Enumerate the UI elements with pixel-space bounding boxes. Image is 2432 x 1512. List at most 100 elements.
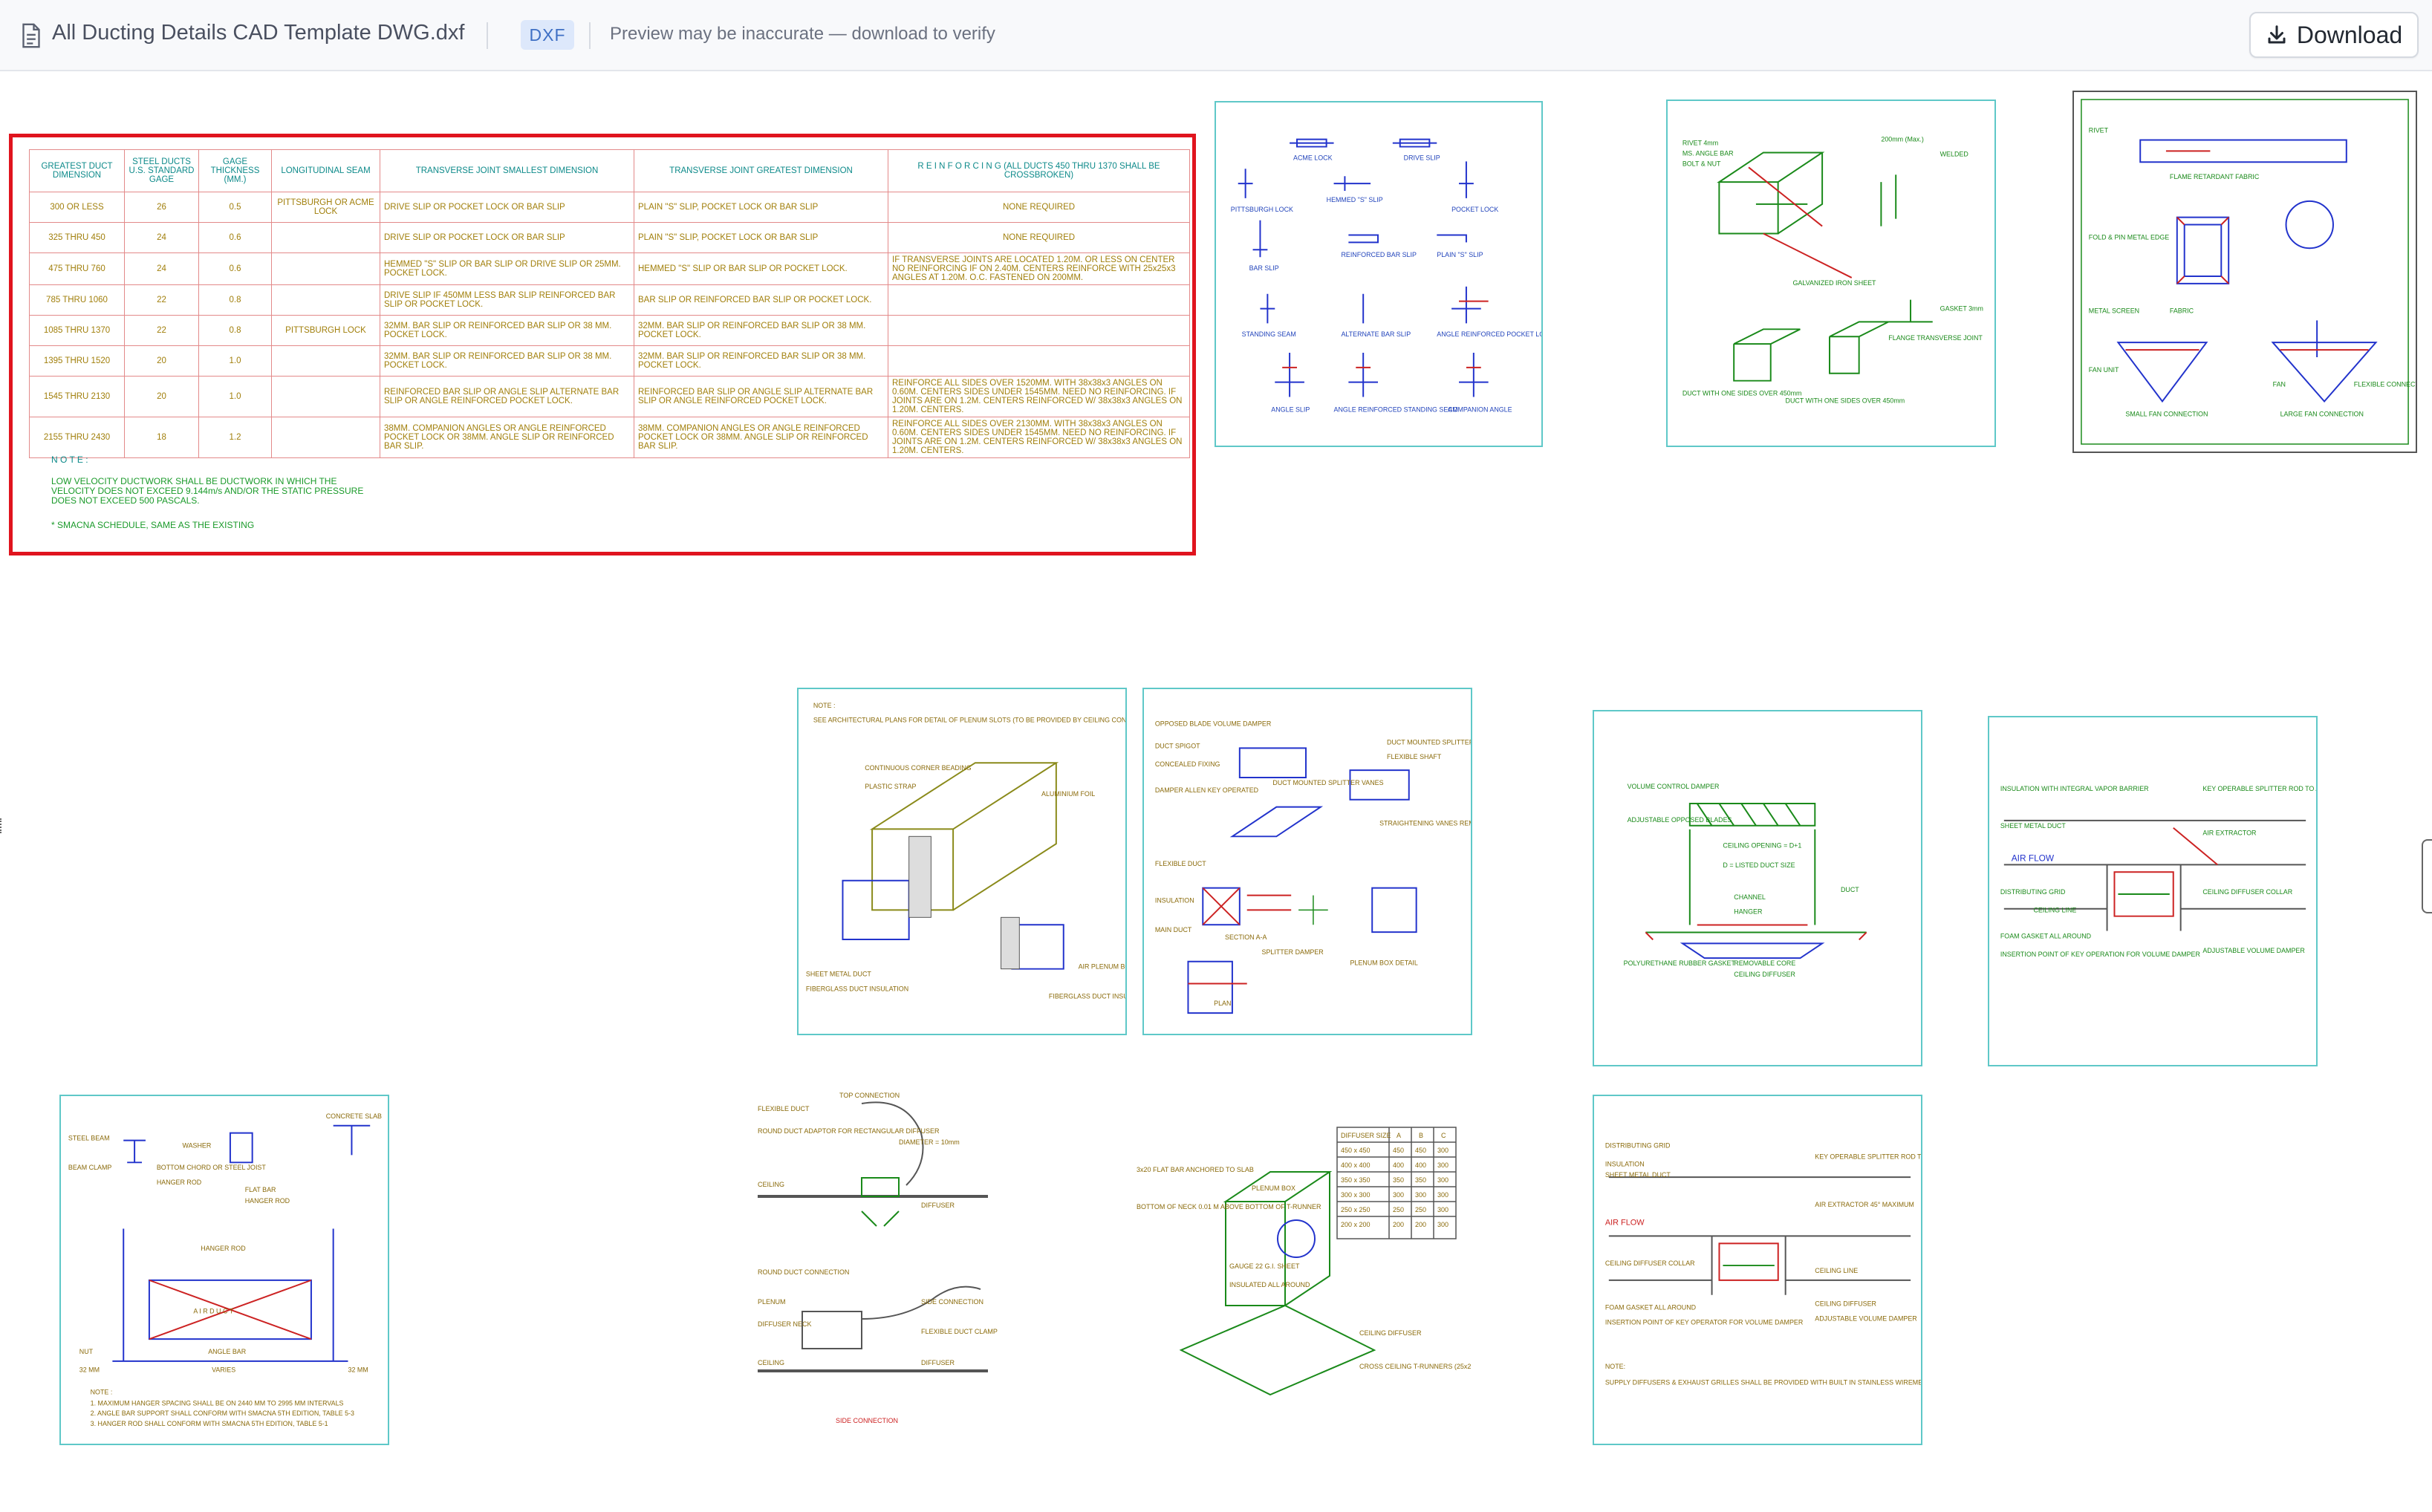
drawing-label: A I R D U C T xyxy=(193,1307,233,1314)
air-extractor-sheet[interactable]: INSULATION WITH INTEGRAL VAPOR BARRIER S… xyxy=(1988,716,2318,1066)
table-cell: 20 xyxy=(124,376,199,417)
drawing-label: 3. HANGER ROD SHALL CONFORM WITH SMACNA … xyxy=(91,1420,328,1427)
drawing-label: SPLITTER DAMPER xyxy=(1262,948,1324,956)
duct-schedule-sheet[interactable]: GREATEST DUCT DIMENSION STEEL DUCTS U.S.… xyxy=(9,134,1196,555)
drawing-label: TOP CONNECTION xyxy=(839,1092,900,1099)
table-cell: 32MM. BAR SLIP OR REINFORCED BAR SLIP OR… xyxy=(634,315,888,346)
drawing-label: VOLUME CONTROL DAMPER xyxy=(1628,783,1720,790)
drawing-label: CEILING LINE xyxy=(1815,1267,1858,1274)
drawing-label: ANGLE REINFORCED POCKET LOCK xyxy=(1437,330,1541,338)
drawing-label: SIDE CONNECTION xyxy=(836,1417,898,1424)
drawing-label: AIR PLENUM BOX xyxy=(1079,963,1125,971)
column-header: R E I N F O R C I N G (ALL DUCTS 450 THR… xyxy=(888,149,1190,192)
table-cell: 20 xyxy=(124,345,199,377)
flange-joint-sheet[interactable]: RIVET 4mm MS. ANGLE BAR BOLT & NUT WELDE… xyxy=(1666,100,1996,447)
drawing-label: REMOVABLE CORE xyxy=(1734,959,1795,967)
drawing-label: ADJUSTABLE VOLUME DAMPER xyxy=(2202,947,2305,954)
table-cell: 300 OR LESS xyxy=(29,192,125,223)
drawing-label: FLAT BAR xyxy=(245,1186,276,1193)
drawing-label: CEILING xyxy=(758,1181,784,1188)
table-cell: DRIVE SLIP OR POCKET LOCK OR BAR SLIP xyxy=(380,222,634,253)
drawing-label: CEILING LINE xyxy=(2033,907,2076,914)
drawing-label: FABRIC xyxy=(2170,307,2194,315)
drawing-label: INSULATED ALL AROUND xyxy=(1229,1281,1310,1288)
drawing-label: FLEXIBLE SHAFT xyxy=(1387,753,1442,760)
drawing-canvas[interactable]: GREATEST DUCT DIMENSION STEEL DUCTS U.S.… xyxy=(0,73,2432,1512)
table-cell: PLAIN "S" SLIP, POCKET LOCK OR BAR SLIP xyxy=(634,222,888,253)
schedule-note: N O T E : LOW VELOCITY DUCTWORK SHALL BE… xyxy=(51,455,363,530)
drawing-label: ACME LOCK xyxy=(1293,154,1333,161)
table-cell: 300 xyxy=(1415,1191,1426,1199)
table-cell: 250 xyxy=(1393,1206,1404,1213)
drawing-label: 32 MM xyxy=(348,1366,368,1374)
diffuser-connection-drawing: TOP CONNECTION FLEXIBLE DUCT ROUND DUCT … xyxy=(758,1092,998,1424)
drawing-label: RIVET xyxy=(2089,127,2109,134)
table-header-row: GREATEST DUCT DIMENSION STEEL DUCTS U.S.… xyxy=(29,149,1190,192)
table-cell: 38MM. COMPANION ANGLES OR ANGLE REINFORC… xyxy=(634,417,888,458)
drawing-label: STRAIGHTENING VANES REMOVABLE CORE xyxy=(1379,819,1471,827)
table-cell: REINFORCE ALL SIDES OVER 1520MM. WITH 38… xyxy=(888,376,1190,417)
table-cell: HEMMED "S" SLIP OR BAR SLIP OR DRIVE SLI… xyxy=(380,252,634,285)
diffuser-connection-sheet[interactable]: TOP CONNECTION FLEXIBLE DUCT ROUND DUCT … xyxy=(750,1089,1003,1430)
table-cell: 200 xyxy=(1415,1221,1426,1228)
table-cell: 300 xyxy=(1437,1221,1449,1228)
table-cell: 0.8 xyxy=(198,315,272,346)
table-cell: DRIVE SLIP IF 450MM LESS BAR SLIP REINFO… xyxy=(380,284,634,316)
drawing-label: DUCT WITH ONE SIDES OVER 450mm xyxy=(1786,397,1905,404)
drawing-label: MAIN DUCT xyxy=(1155,926,1192,933)
drawing-label: WELDED xyxy=(1940,150,1968,157)
drawing-label: DISTRIBUTING GRID xyxy=(1605,1141,1671,1149)
duct-hanger-sheet[interactable]: STEEL BEAM WASHER CONCRETE SLAB BEAM CLA… xyxy=(59,1095,389,1445)
drawing-label: NOTE : xyxy=(91,1388,113,1395)
drawing-label: DUCT MOUNTED SPLITTER VANES xyxy=(1272,779,1383,786)
table-cell: 300 xyxy=(1437,1161,1449,1169)
drawing-label: PLAIN "S" SLIP xyxy=(1437,251,1483,258)
drawing-label: CONTINUOUS CORNER BEADING xyxy=(865,764,972,772)
table-cell: 325 THRU 450 xyxy=(29,222,125,253)
duct-insulation-sheet[interactable]: NOTE : SEE ARCHITECTURAL PLANS FOR DETAI… xyxy=(797,688,1127,1035)
drawing-label: AIR EXTRACTOR 45° MAXIMUM xyxy=(1815,1201,1914,1208)
drawing-label: FLANGE TRANSVERSE JOINT xyxy=(1888,334,1983,342)
diffuser-section-sheet[interactable]: VOLUME CONTROL DAMPER ADJUSTABLE OPPOSED… xyxy=(1593,710,1922,1066)
table-cell: 26 xyxy=(124,192,199,223)
plenum-box-drawing: DIFFUSER SIZE A B C 450 x 450 450 450 30… xyxy=(1137,1127,1471,1396)
drawing-label: METAL SCREEN xyxy=(2089,307,2139,315)
table-cell: 32MM. BAR SLIP OR REINFORCED BAR SLIP OR… xyxy=(380,345,634,377)
damper-detail-sheet[interactable]: OPPOSED BLADE VOLUME DAMPER DUCT SPIGOT … xyxy=(1142,688,1472,1035)
drawing-label: MS. ANGLE BAR xyxy=(1682,149,1734,157)
drawing-label: PITTSBURGH LOCK xyxy=(1231,206,1293,213)
drawing-label: POCKET LOCK xyxy=(1451,206,1498,213)
air-extractor-drawing: INSULATION WITH INTEGRAL VAPOR BARRIER S… xyxy=(2000,785,2316,958)
side-panel-handle[interactable] xyxy=(2422,839,2432,913)
drawing-label: 1. MAXIMUM HANGER SPACING SHALL BE ON 24… xyxy=(91,1399,344,1407)
drawing-label: SHEET METAL DUCT xyxy=(806,971,871,978)
flange-joint-drawing: RIVET 4mm MS. ANGLE BAR BOLT & NUT WELDE… xyxy=(1682,136,1983,405)
duct-insulation-drawing: NOTE : SEE ARCHITECTURAL PLANS FOR DETAI… xyxy=(806,702,1125,1000)
drawing-label: PLENUM BOX xyxy=(1252,1184,1295,1192)
download-label: Download xyxy=(2296,21,2403,48)
table-row: 785 THRU 1060 22 0.8 DRIVE SLIP IF 450MM… xyxy=(29,284,1190,316)
table-cell: 785 THRU 1060 xyxy=(29,284,125,316)
table-cell: NONE REQUIRED xyxy=(888,192,1190,223)
table-cell: REINFORCED BAR SLIP OR ANGLE SLIP ALTERN… xyxy=(380,376,634,417)
download-button[interactable]: Download xyxy=(2249,12,2419,58)
column-header: STEEL DUCTS U.S. STANDARD GAGE xyxy=(124,149,199,192)
fan-connection-sheet[interactable]: RIVET FLAME RETARDANT FABRIC FOLD & PIN … xyxy=(2072,91,2417,453)
plenum-box-sheet[interactable]: DIFFUSER SIZE A B C 450 x 450 450 450 30… xyxy=(1137,1112,1471,1424)
supply-diffuser-sheet[interactable]: DISTRIBUTING GRID INSULATION SHEET METAL… xyxy=(1593,1095,1922,1445)
table-cell: 2155 THRU 2430 xyxy=(29,417,125,458)
table-cell: 22 xyxy=(124,284,199,316)
column-header: LONGITUDINAL SEAM xyxy=(271,149,380,192)
table-cell: 0.8 xyxy=(198,284,272,316)
drawing-label: HEMMED "S" SLIP xyxy=(1327,196,1383,203)
duct-seams-sheet[interactable]: ACME LOCK DRIVE SLIP PITTSBURGH LOCK HEM… xyxy=(1215,101,1543,447)
drawing-label: WASHER xyxy=(183,1141,212,1149)
table-cell xyxy=(271,284,380,316)
drawing-label: FLEXIBLE DUCT CLAMP xyxy=(921,1328,998,1335)
drawing-label: INSULATION xyxy=(1605,1160,1645,1167)
table-cell: 300 xyxy=(1437,1176,1449,1184)
table-cell: 400 xyxy=(1415,1161,1426,1169)
drawing-label: HANGER ROD xyxy=(157,1179,201,1186)
drawing-label: FLAME RETARDANT FABRIC xyxy=(2170,173,2260,180)
viewer-toolbar: All Ducting Details CAD Template DWG.dxf… xyxy=(0,0,2432,71)
